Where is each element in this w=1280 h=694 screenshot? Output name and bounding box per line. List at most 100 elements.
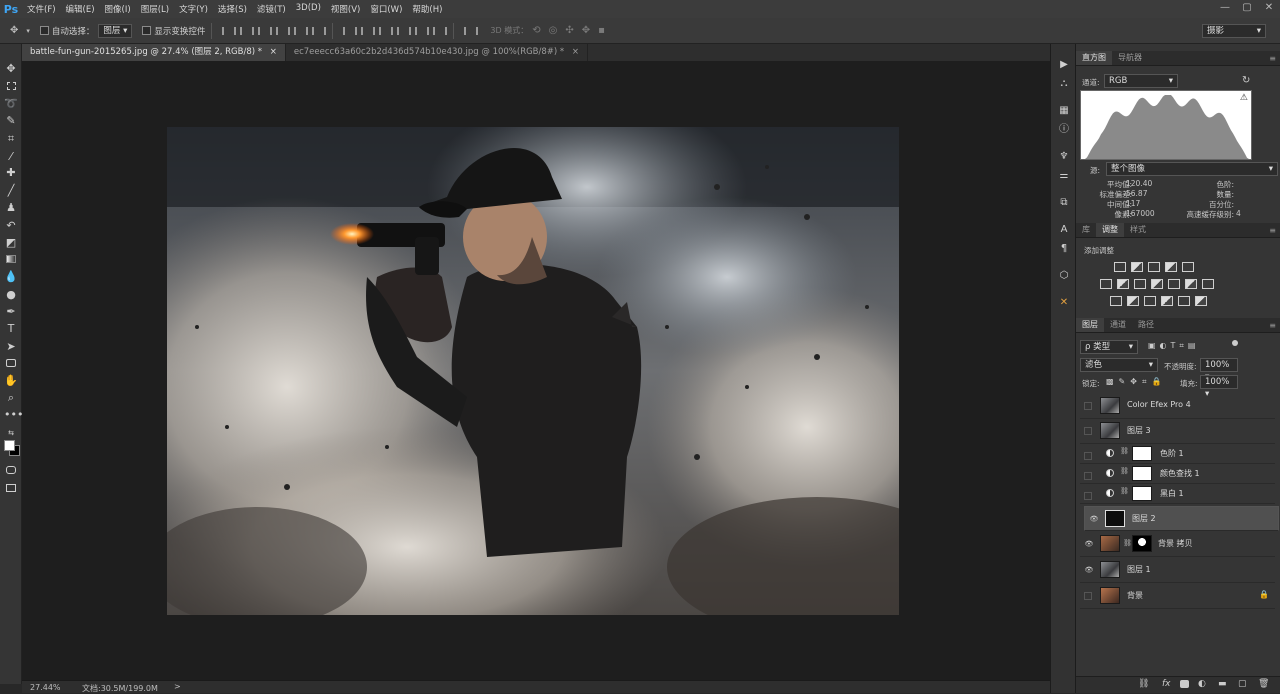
workspace-dropdown[interactable]: 摄影 ▾ — [1202, 23, 1266, 38]
layer-mask-thumbnail[interactable] — [1132, 486, 1152, 501]
layer-filter-dropdown[interactable]: ρ 类型 ▾ — [1080, 340, 1138, 354]
align-top-icon[interactable] — [220, 25, 237, 37]
hand-tool-icon[interactable]: ✋ — [4, 374, 18, 388]
brush-tool-icon[interactable]: ╱ — [4, 184, 18, 198]
type-tool-icon[interactable]: T — [4, 322, 18, 336]
tab-ec7eeecc[interactable]: ec7eeecc63a60c2b2d436d574b10e430.jpg @ 1… — [286, 44, 589, 61]
layer-thumbnail[interactable] — [1100, 397, 1120, 414]
eraser-tool-icon[interactable]: ◩ — [4, 236, 18, 250]
new-group-icon[interactable]: ▬ — [1218, 679, 1227, 689]
warning-icon[interactable]: ⚠ — [1240, 93, 1248, 103]
character-icon[interactable]: A — [1057, 223, 1071, 237]
layer-thumbnail[interactable] — [1100, 561, 1120, 578]
visibility-toggle[interactable] — [1084, 492, 1092, 500]
actions-icon[interactable]: ⛬ — [1057, 77, 1071, 91]
align-hcenter-icon[interactable] — [292, 25, 309, 37]
layer-mask-thumbnail[interactable] — [1132, 535, 1152, 552]
distribute-top-icon[interactable] — [341, 25, 358, 37]
minimize-button[interactable]: — — [1214, 0, 1236, 18]
layer-thumbnail[interactable] — [1100, 587, 1120, 604]
healing-brush-tool-icon[interactable]: ✚ — [4, 166, 18, 180]
adjustment-type-icon[interactable] — [1134, 279, 1146, 289]
layer-row[interactable]: 背景 🔒 — [1080, 584, 1275, 609]
gradient-tool-icon[interactable] — [4, 253, 18, 267]
move-tool-icon[interactable]: ✥ — [10, 25, 18, 36]
history-brush-tool-icon[interactable]: ↶ — [4, 219, 18, 233]
auto-align-icon[interactable] — [462, 25, 479, 37]
menu-item[interactable]: 编辑(E) — [61, 3, 100, 15]
layer-row[interactable]: ⛓ 黑白 1 — [1080, 484, 1275, 504]
clone-stamp-tool-icon[interactable]: ♟ — [4, 201, 18, 215]
new-adjustment-icon[interactable]: ◐ — [1198, 679, 1206, 689]
align-left-icon[interactable] — [274, 25, 291, 37]
history-icon[interactable]: ▦ — [1057, 104, 1071, 118]
distribute-bottom-icon[interactable] — [377, 25, 394, 37]
screen-mode-icon[interactable] — [4, 482, 18, 496]
layer-row[interactable]: ⛓ 颜色查找 1 — [1080, 464, 1275, 484]
path-select-tool-icon[interactable]: ➤ — [4, 340, 18, 354]
menu-item[interactable]: 视图(V) — [326, 3, 365, 15]
maximize-button[interactable]: ▢ — [1236, 0, 1258, 18]
tab-close-icon[interactable]: × — [270, 47, 277, 57]
align-bottom-icon[interactable] — [256, 25, 273, 37]
status-menu-arrow[interactable]: > — [174, 682, 181, 691]
align-right-icon[interactable] — [310, 25, 327, 37]
3d-slide-icon[interactable]: ✥ — [582, 25, 590, 36]
pen-tool-icon[interactable]: ✒ — [4, 305, 18, 319]
visibility-toggle[interactable] — [1084, 472, 1092, 480]
adjustment-type-icon[interactable] — [1182, 262, 1194, 272]
tab-histogram[interactable]: 直方图 — [1076, 51, 1112, 65]
layer-row[interactable]: 👁 图层 2 — [1084, 506, 1279, 531]
3d-scale-icon[interactable]: ▪ — [598, 25, 605, 36]
layer-row[interactable]: 图层 3 — [1080, 419, 1275, 444]
chain-link-icon[interactable]: ⛓ — [1123, 539, 1132, 547]
distribute-right-icon[interactable] — [431, 25, 448, 37]
menu-item[interactable]: 图层(L) — [136, 3, 174, 15]
auto-select-dropdown[interactable]: 图层 ▾ — [98, 23, 133, 38]
delete-layer-icon[interactable]: 🗑 — [1258, 679, 1269, 689]
adjustment-type-icon[interactable] — [1151, 279, 1163, 289]
tab-layers[interactable]: 图层 — [1076, 318, 1104, 332]
menu-item[interactable]: 文件(F) — [22, 3, 61, 15]
distribute-left-icon[interactable] — [395, 25, 412, 37]
3d-roll-icon[interactable]: ◎ — [549, 25, 558, 36]
3d-cube-icon[interactable]: ⬡ — [1057, 269, 1071, 283]
tab-adjustments[interactable]: 调整 — [1096, 223, 1124, 237]
visibility-eye-icon[interactable]: 👁 — [1089, 514, 1099, 524]
visibility-eye-icon[interactable]: 👁 — [1084, 565, 1094, 575]
adjustment-type-icon[interactable] — [1195, 296, 1207, 306]
adjustment-type-icon[interactable] — [1114, 262, 1126, 272]
zoom-level[interactable]: 27.44% — [30, 683, 61, 692]
marquee-tool-icon[interactable] — [4, 80, 18, 94]
blend-mode-dropdown[interactable]: 滤色 ▾ — [1080, 358, 1158, 372]
info-icon[interactable]: ⓘ — [1057, 123, 1071, 137]
new-layer-icon[interactable]: ▢ — [1238, 679, 1247, 689]
adjustment-type-icon[interactable] — [1117, 279, 1129, 289]
layer-mask-thumbnail[interactable] — [1132, 466, 1152, 481]
chain-link-icon[interactable]: ⛓ — [1120, 447, 1129, 455]
adjustment-type-icon[interactable] — [1161, 296, 1173, 306]
layer-mask-thumbnail[interactable] — [1132, 446, 1152, 461]
panel-menu-icon[interactable]: ≡ — [1269, 54, 1276, 63]
chevron-down-icon[interactable]: ▾ — [26, 27, 30, 35]
3d-drag-icon[interactable]: ✣ — [565, 25, 573, 36]
visibility-toggle[interactable] — [1084, 452, 1092, 460]
opacity-field[interactable]: 100% ▾ — [1200, 358, 1238, 382]
fx-icon[interactable]: fx — [1162, 679, 1171, 689]
filter-toggle-icon[interactable] — [1232, 340, 1238, 346]
tools-cross-icon[interactable]: ✕ — [1057, 296, 1071, 310]
quick-mask-icon[interactable] — [4, 464, 18, 478]
link-layers-icon[interactable]: ⛓ — [1138, 679, 1149, 689]
add-mask-icon[interactable] — [1180, 680, 1189, 688]
menu-item[interactable]: 窗口(W) — [365, 3, 407, 15]
layer-filter-icons[interactable]: ▣◐T⌗▤ — [1148, 341, 1200, 351]
adjustment-type-icon[interactable] — [1131, 262, 1143, 272]
paragraph-icon[interactable]: ¶ — [1057, 242, 1071, 256]
chain-link-icon[interactable]: ⛓ — [1120, 467, 1129, 475]
adjustment-type-icon[interactable] — [1178, 296, 1190, 306]
close-button[interactable]: ✕ — [1258, 0, 1280, 18]
canvas-area[interactable] — [22, 61, 1050, 680]
adjustment-type-icon[interactable] — [1148, 262, 1160, 272]
adjustment-type-icon[interactable] — [1185, 279, 1197, 289]
move-tool-icon[interactable]: ✥ — [4, 62, 18, 76]
